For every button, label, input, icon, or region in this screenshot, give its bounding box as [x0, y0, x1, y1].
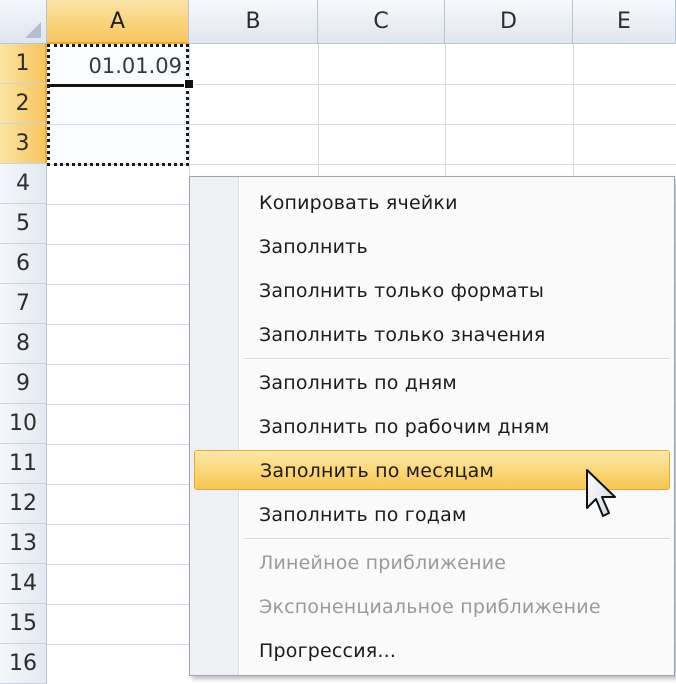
row-header-3[interactable]: 3	[0, 124, 47, 164]
row-header-4[interactable]: 4	[0, 164, 47, 204]
row-header-13[interactable]: 13	[0, 524, 47, 564]
fill-handle[interactable]	[184, 79, 194, 89]
menu-separator	[244, 358, 670, 360]
select-all-triangle-icon	[25, 22, 41, 38]
row-header-11[interactable]: 11	[0, 444, 47, 484]
menu-item-growth-trend[interactable]: Экспоненциальное приближение	[194, 587, 670, 627]
row-header-15[interactable]: 15	[0, 604, 47, 644]
row-header-12[interactable]: 12	[0, 484, 47, 524]
row-header-16[interactable]: 16	[0, 644, 47, 684]
row-header-2[interactable]: 2	[0, 84, 47, 124]
menu-item-fill-formats-only[interactable]: Заполнить только форматы	[194, 271, 670, 311]
column-header-c[interactable]: C	[318, 0, 445, 44]
selection-border	[47, 84, 189, 87]
row-header-7[interactable]: 7	[0, 284, 47, 324]
row-header-10[interactable]: 10	[0, 404, 47, 444]
row-header-14[interactable]: 14	[0, 564, 47, 604]
menu-item-fill-values-only[interactable]: Заполнить только значения	[194, 315, 670, 355]
row-header-6[interactable]: 6	[0, 244, 47, 284]
menu-item-copy-cells[interactable]: Копировать ячейки	[194, 183, 670, 223]
menu-item-fill-weekdays[interactable]: Заполнить по рабочим дням	[194, 407, 670, 447]
menu-item-linear-trend[interactable]: Линейное приближение	[194, 543, 670, 583]
menu-item-series[interactable]: Прогрессия...	[194, 631, 670, 671]
column-header-e[interactable]: E	[573, 0, 676, 44]
menu-separator	[244, 538, 670, 540]
autofill-context-menu: Копировать ячейки Заполнить Заполнить то…	[189, 176, 675, 676]
mouse-pointer-icon	[586, 469, 616, 517]
row-header-9[interactable]: 9	[0, 364, 47, 404]
selection-range	[47, 44, 189, 166]
column-header-d[interactable]: D	[445, 0, 573, 44]
column-header-a[interactable]: A	[47, 0, 189, 44]
row-header-8[interactable]: 8	[0, 324, 47, 364]
menu-item-fill[interactable]: Заполнить	[194, 227, 670, 267]
spreadsheet: A B C D E 1 2 3 4 5 6 7 8 9 10 11 12 13 …	[0, 0, 676, 684]
row-header-5[interactable]: 5	[0, 204, 47, 244]
menu-item-fill-days[interactable]: Заполнить по дням	[194, 363, 670, 403]
select-all-button[interactable]	[0, 0, 47, 44]
row-header-1[interactable]: 1	[0, 44, 47, 84]
column-header-b[interactable]: B	[189, 0, 318, 44]
